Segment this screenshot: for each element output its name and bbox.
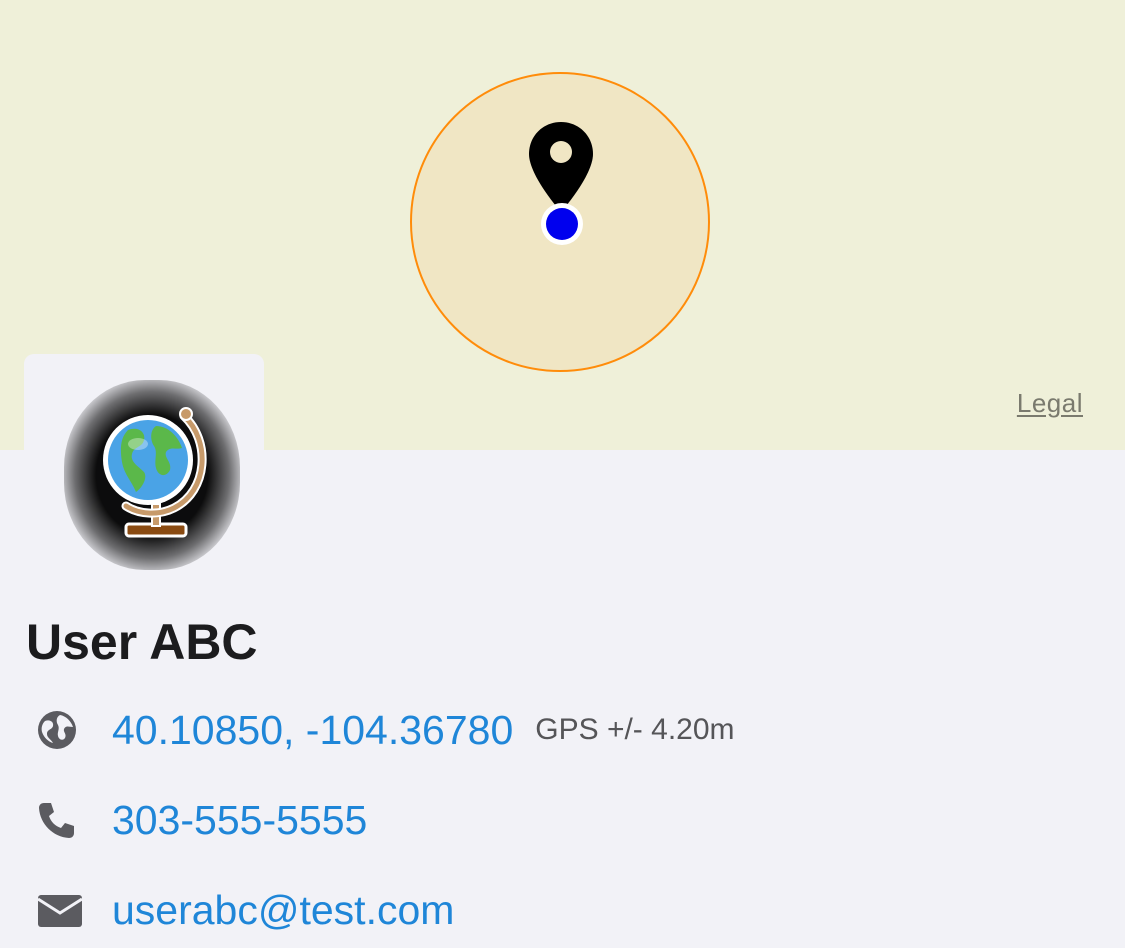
globe-icon bbox=[103, 407, 207, 538]
coordinates-link[interactable]: 40.10850, -104.36780 bbox=[112, 707, 513, 754]
phone-icon bbox=[36, 796, 84, 844]
current-location-dot bbox=[541, 203, 583, 245]
phone-row: 303-555-5555 bbox=[36, 790, 367, 850]
legal-link[interactable]: Legal bbox=[1017, 388, 1083, 419]
globe-americas-icon bbox=[36, 706, 84, 754]
contact-name: User ABC bbox=[26, 614, 258, 670]
contact-location-view: Legal User ABC 40.10850, -104.36780 GPS … bbox=[0, 0, 1125, 948]
email-link[interactable]: userabc@test.com bbox=[112, 887, 454, 934]
email-row: userabc@test.com bbox=[36, 880, 454, 940]
envelope-icon bbox=[36, 886, 84, 934]
avatar bbox=[24, 354, 264, 584]
phone-link[interactable]: 303-555-5555 bbox=[112, 797, 367, 844]
gps-accuracy-label: GPS +/- 4.20m bbox=[535, 713, 735, 746]
coordinates-row: 40.10850, -104.36780 GPS +/- 4.20m bbox=[36, 700, 735, 760]
